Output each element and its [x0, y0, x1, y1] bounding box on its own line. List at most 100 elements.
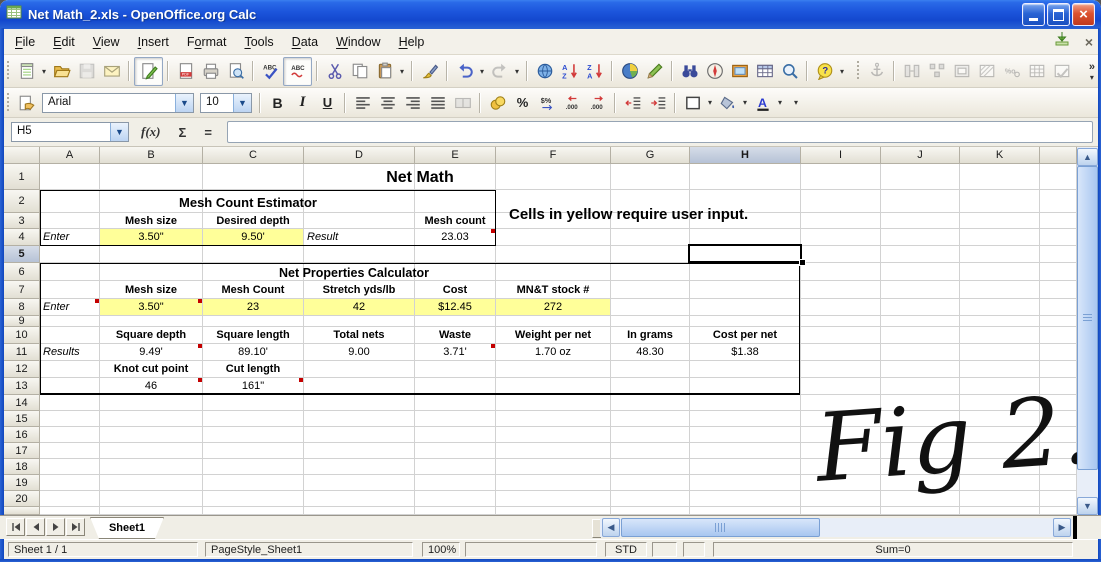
row-header-12[interactable]: 12 — [4, 361, 40, 378]
cell-C5[interactable] — [203, 246, 304, 263]
sort-descending-icon[interactable]: ZA — [582, 59, 607, 84]
design-mode-icon[interactable] — [1049, 59, 1074, 84]
paste-icon[interactable] — [372, 59, 397, 84]
menu-tools[interactable]: Tools — [235, 32, 282, 52]
cell-B15[interactable] — [100, 411, 203, 427]
cell-G20[interactable] — [611, 491, 690, 507]
row-header-6[interactable]: 6 — [4, 263, 40, 281]
cell-H17[interactable] — [690, 443, 801, 459]
email-icon[interactable] — [99, 59, 124, 84]
row-header-17[interactable]: 17 — [4, 443, 40, 459]
cell-G8[interactable] — [611, 299, 690, 316]
cell-J18[interactable] — [881, 459, 960, 475]
insert-columns-icon[interactable] — [899, 59, 924, 84]
export-pdf-icon[interactable]: PDF — [173, 59, 198, 84]
cell-A7[interactable] — [40, 281, 100, 299]
cell-G6[interactable] — [611, 263, 690, 281]
cell-E13[interactable] — [415, 378, 496, 395]
status-selection-mode[interactable]: STD — [605, 542, 647, 557]
cell-E20[interactable] — [415, 491, 496, 507]
cell-F19[interactable] — [496, 475, 611, 491]
window-splitter[interactable] — [1073, 516, 1077, 539]
row-header-8[interactable]: 8 — [4, 299, 40, 316]
column-header-G[interactable]: G — [611, 147, 690, 164]
cell-X12[interactable] — [1040, 361, 1077, 378]
row-header-7[interactable]: 7 — [4, 281, 40, 299]
insert-frame-icon[interactable] — [949, 59, 974, 84]
cell-B10[interactable]: Square depth — [100, 327, 203, 344]
cell-E3[interactable]: Mesh count — [415, 213, 496, 229]
cell-D13[interactable] — [304, 378, 415, 395]
cell-B4[interactable]: 3.50" — [100, 229, 203, 246]
cell-F10[interactable]: Weight per net — [496, 327, 611, 344]
cell-K5[interactable] — [960, 246, 1040, 263]
cell-I15[interactable] — [801, 411, 881, 427]
cell-F8[interactable]: 272 — [496, 299, 611, 316]
cell-X6[interactable] — [1040, 263, 1077, 281]
maximize-button[interactable] — [1047, 3, 1070, 26]
row-header-13[interactable]: 13 — [4, 378, 40, 395]
formula-input[interactable] — [226, 121, 1093, 143]
cell-B7[interactable]: Mesh size — [100, 281, 203, 299]
cell-K9[interactable] — [960, 316, 1040, 327]
redo-icon[interactable] — [487, 59, 512, 84]
open-icon[interactable] — [49, 59, 74, 84]
cell-A4[interactable]: Enter — [40, 229, 100, 246]
cell-K12[interactable] — [960, 361, 1040, 378]
column-header-B[interactable]: B — [100, 147, 203, 164]
cell-I17[interactable] — [801, 443, 881, 459]
cell-H15[interactable] — [690, 411, 801, 427]
cell-F18[interactable] — [496, 459, 611, 475]
cell-K3[interactable] — [960, 213, 1040, 229]
cell-X14[interactable] — [1040, 395, 1077, 411]
cell-F16[interactable] — [496, 427, 611, 443]
cell-G12[interactable] — [611, 361, 690, 378]
sum-icon[interactable]: Σ — [179, 125, 187, 140]
row-header-16[interactable]: 16 — [4, 427, 40, 443]
cell-C19[interactable] — [203, 475, 304, 491]
horizontal-scroll-thumb[interactable] — [621, 518, 820, 537]
cell-K10[interactable] — [960, 327, 1040, 344]
scroll-down-icon[interactable]: ▼ — [1077, 497, 1098, 515]
percent-icon[interactable]: % — [510, 90, 535, 115]
cell-E21[interactable] — [415, 507, 496, 515]
selected-cell-H5[interactable] — [688, 244, 802, 263]
auto-spellcheck-icon[interactable]: ABC — [283, 56, 312, 86]
cell-A19[interactable] — [40, 475, 100, 491]
cell-J15[interactable] — [881, 411, 960, 427]
status-page-style[interactable]: PageStyle_Sheet1 — [205, 542, 413, 557]
name-box[interactable]: H5 ▼ — [11, 122, 129, 142]
cell-B3[interactable]: Mesh size — [100, 213, 203, 229]
align-right-icon[interactable] — [400, 90, 425, 115]
cell-F20[interactable] — [496, 491, 611, 507]
cell-A5[interactable] — [40, 246, 100, 263]
cell-F13[interactable] — [496, 378, 611, 395]
cell-H21[interactable] — [690, 507, 801, 515]
cell-B21[interactable] — [100, 507, 203, 515]
paste-dropdown-icon[interactable]: ▾ — [397, 67, 407, 76]
cell-B13[interactable]: 46 — [100, 378, 203, 395]
cell-B12[interactable]: Knot cut point — [100, 361, 203, 378]
next-sheet-icon[interactable] — [46, 518, 65, 536]
cell-K11[interactable] — [960, 344, 1040, 361]
cell-G13[interactable] — [611, 378, 690, 395]
gallery-icon[interactable] — [727, 59, 752, 84]
close-document-icon[interactable]: × — [1085, 34, 1093, 50]
cell-E10[interactable]: Waste — [415, 327, 496, 344]
hyperlink-icon[interactable] — [532, 59, 557, 84]
cell-I3[interactable] — [801, 213, 881, 229]
italic-icon[interactable]: I — [290, 90, 315, 115]
cell-I21[interactable] — [801, 507, 881, 515]
cell-E4[interactable]: 23.03 — [415, 229, 496, 246]
selection-fill-handle[interactable] — [799, 259, 806, 266]
cell-F4[interactable] — [496, 229, 611, 246]
toolbar-drag-handle[interactable] — [855, 61, 862, 81]
scroll-up-icon[interactable]: ▲ — [1077, 148, 1098, 166]
scroll-left-icon[interactable]: ◀ — [602, 518, 620, 537]
borders-dropdown-icon[interactable]: ▾ — [705, 98, 715, 107]
cut-icon[interactable] — [322, 59, 347, 84]
cell-J4[interactable] — [881, 229, 960, 246]
vertical-scroll-thumb[interactable] — [1077, 166, 1098, 470]
cell-H11[interactable]: $1.38 — [690, 344, 801, 361]
menu-data[interactable]: Data — [283, 32, 327, 52]
